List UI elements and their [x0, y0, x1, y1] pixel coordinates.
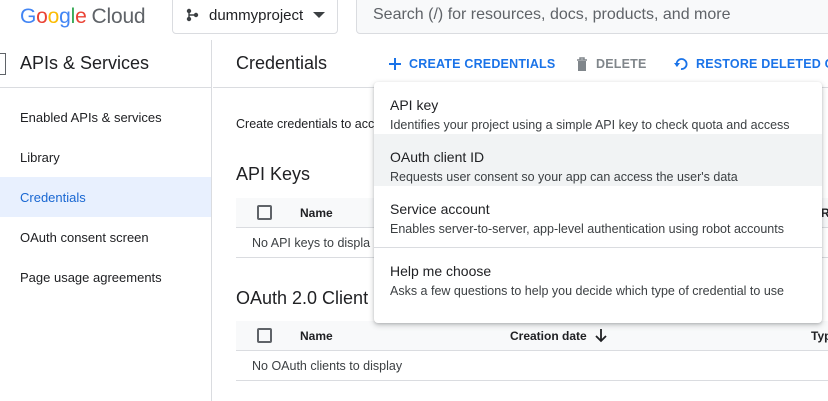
- column-name[interactable]: Name: [300, 206, 333, 220]
- page-title: Credentials: [236, 53, 328, 73]
- project-hierarchy-icon: [186, 8, 199, 22]
- api-keys-title: API Keys: [236, 164, 311, 184]
- menu-item-title: API key: [390, 97, 439, 113]
- column-creation-date[interactable]: Creation date: [510, 329, 607, 343]
- project-picker[interactable]: dummyproject: [172, 0, 338, 34]
- table-header: Name Creation date Typ: [236, 321, 828, 351]
- delete-button[interactable]: DELETE: [576, 57, 647, 71]
- column-restrictions[interactable]: R: [821, 206, 828, 220]
- sidebar-item-page-usage[interactable]: Page usage agreements: [0, 257, 211, 297]
- menu-item-title: OAuth client ID: [390, 149, 485, 165]
- select-all-checkbox[interactable]: [257, 328, 272, 343]
- empty-state: No OAuth clients to display: [236, 351, 828, 381]
- oauth-clients-title: OAuth 2.0 Client I: [236, 288, 379, 308]
- menu-item-description: Identifies your project using a simple A…: [390, 118, 790, 132]
- menu-item-description: Enables server-to-server, app-level auth…: [390, 222, 784, 236]
- trash-icon: [577, 57, 587, 71]
- sidebar-nav: Enabled APIs & services Library Credenti…: [0, 97, 211, 297]
- api-bracket-icon: [0, 52, 6, 75]
- sidebar-header: APIs & Services: [0, 40, 211, 88]
- create-credentials-menu: API key Identifies your project using a …: [374, 82, 822, 323]
- logo-letter: g: [59, 5, 71, 28]
- logo-letter: e: [75, 5, 87, 28]
- menu-item-help-me-choose[interactable]: Help me choose Asks a few questions to h…: [374, 248, 822, 300]
- column-name[interactable]: Name: [300, 329, 333, 343]
- column-creation-date-label: Creation date: [510, 329, 587, 343]
- menu-item-api-key[interactable]: API key Identifies your project using a …: [374, 82, 822, 134]
- oauth-clients-table: Name Creation date Typ No OAuth clients …: [236, 321, 828, 381]
- sidebar: APIs & Services Enabled APIs & services …: [0, 40, 212, 401]
- delete-label: DELETE: [596, 57, 647, 71]
- top-bar: Google Cloud dummyproject: [0, 0, 828, 40]
- menu-item-oauth-client-id[interactable]: OAuth client ID Requests user consent so…: [374, 134, 822, 186]
- menu-item-title: Service account: [390, 201, 490, 217]
- sidebar-item-oauth-consent[interactable]: OAuth consent screen: [0, 217, 211, 257]
- create-credentials-label: CREATE CREDENTIALS: [409, 57, 556, 71]
- menu-item-title: Help me choose: [390, 263, 492, 279]
- logo-letter: o: [47, 5, 60, 28]
- column-type[interactable]: Typ: [811, 329, 828, 343]
- logo-letter: G: [20, 5, 37, 28]
- create-credentials-button[interactable]: CREATE CREDENTIALS: [389, 57, 555, 71]
- menu-item-description: Requests user consent so your app can ac…: [390, 170, 738, 184]
- menu-item-description: Asks a few questions to help you decide …: [390, 284, 784, 298]
- sidebar-item-enabled-apis[interactable]: Enabled APIs & services: [0, 97, 211, 137]
- page-header: Credentials CREATE CREDENTIALS DELETE RE…: [213, 40, 828, 88]
- select-all-checkbox[interactable]: [257, 205, 272, 220]
- project-name: dummyproject: [209, 6, 304, 24]
- chevron-down-icon: [313, 12, 325, 18]
- logo-letter: o: [36, 5, 48, 28]
- search-input[interactable]: [357, 0, 828, 33]
- menu-item-service-account[interactable]: Service account Enables server-to-server…: [374, 186, 822, 238]
- search-bar[interactable]: [356, 0, 828, 34]
- sidebar-title: APIs & Services: [20, 53, 150, 73]
- logo-suffix: Cloud: [91, 5, 146, 28]
- restore-deleted-button[interactable]: RESTORE DELETED CRE: [674, 57, 828, 71]
- intro-text: Create credentials to acc: [236, 117, 375, 131]
- restore-deleted-label: RESTORE DELETED CRE: [696, 57, 828, 71]
- google-cloud-logo[interactable]: Google Cloud: [20, 5, 146, 29]
- restore-icon: [674, 58, 688, 70]
- arrow-down-icon: [595, 329, 607, 343]
- plus-icon: [389, 58, 401, 70]
- sidebar-item-credentials[interactable]: Credentials: [0, 177, 211, 217]
- sidebar-item-library[interactable]: Library: [0, 137, 211, 177]
